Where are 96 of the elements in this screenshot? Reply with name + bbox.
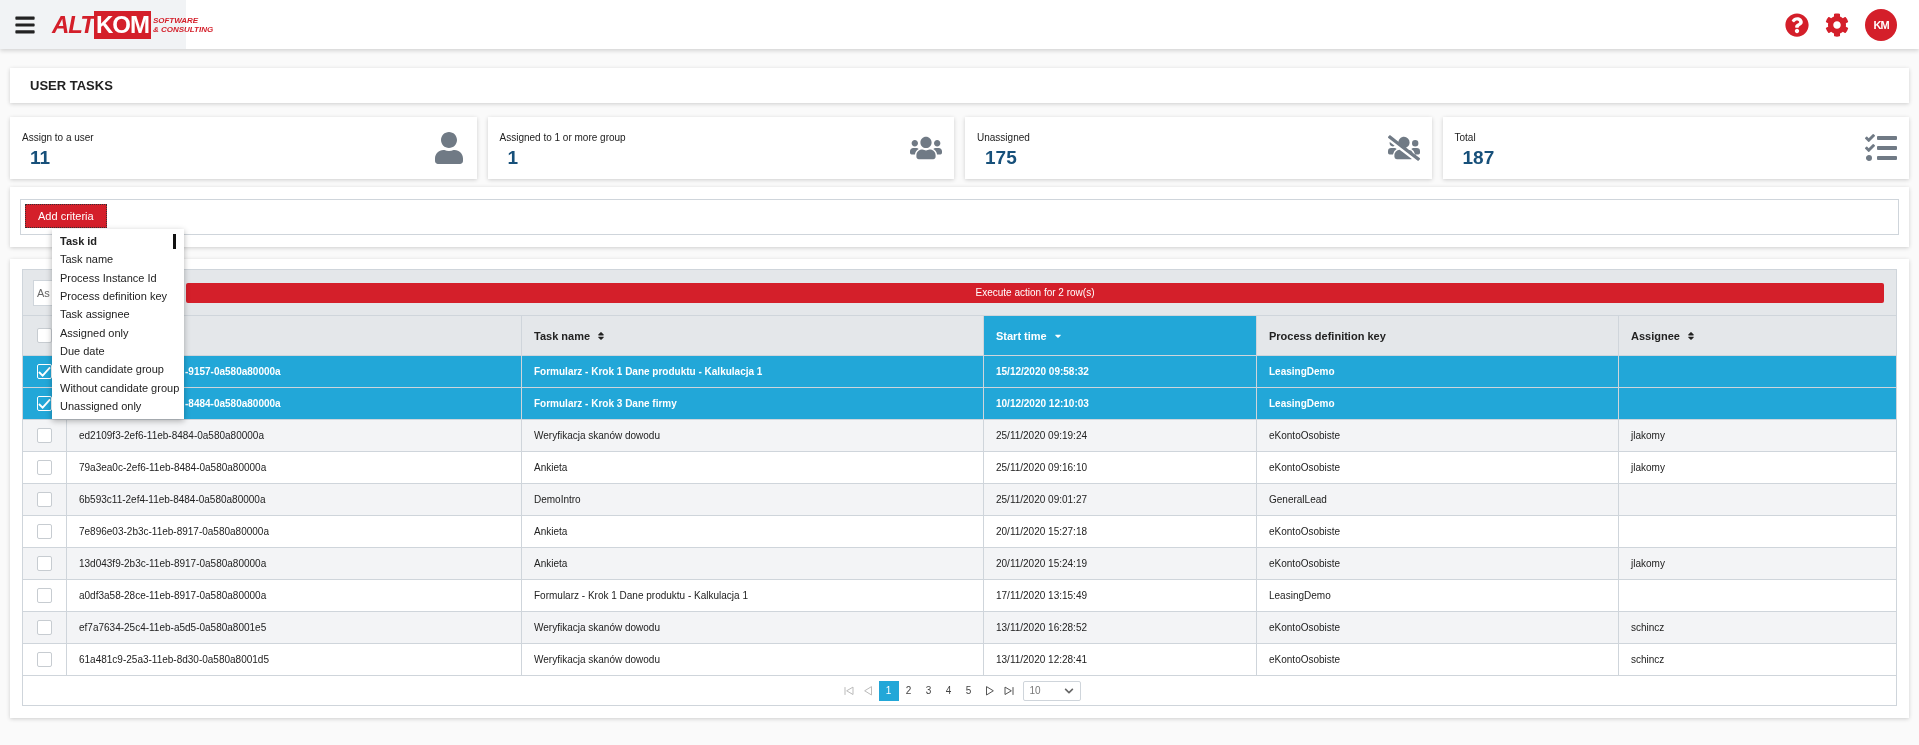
table-cell: 79a3ea0c-2ef6-11eb-8484-0a580a80000a	[66, 452, 521, 483]
table-cell: ed2109f3-2ef6-11eb-8484-0a580a80000a	[66, 420, 521, 451]
table-cell: Formularz - Krok 1 Dane produktu - Kalkulacja 1	[521, 580, 983, 611]
table-cell: GeneralLead	[1256, 484, 1618, 515]
page-size-select[interactable]: 10	[1022, 680, 1081, 701]
table-row[interactable]: ed2109f3-2ef6-11eb-8484-0a580a80000a Weryfikacja skanów dowodu 25/11/2020 09:19:24 eKontoOsobiste jlakomy	[22, 420, 1897, 452]
row-checkbox[interactable]	[37, 460, 52, 475]
page-number[interactable]: 5	[958, 680, 979, 701]
table-cell: Formularz - Krok 3 Dane firmy	[521, 388, 983, 419]
user-icon	[432, 132, 465, 166]
stat-label: Total	[1454, 132, 1477, 143]
row-checkbox[interactable]	[37, 652, 52, 667]
table-cell: LeasingDemo	[1256, 388, 1618, 419]
table-cell: eKontoOsobiste	[1256, 612, 1618, 643]
stat-label: Unassigned	[977, 132, 1030, 143]
table-cell: Weryfikacja skanów dowodu	[521, 612, 983, 643]
table-cell: Formularz - Krok 1 Dane produktu - Kalkulacja 1	[521, 356, 983, 387]
table-row[interactable]: 79a3ea0c-2ef6-11eb-8484-0a580a80000a Ankieta 25/11/2020 09:16:10 eKontoOsobiste jlakomy	[22, 452, 1897, 484]
column-header[interactable]: Process definition key	[1256, 316, 1618, 355]
table-row[interactable]: 61a481c9-25a3-11eb-8d30-0a580a8001d5 Weryfikacja skanów dowodu 13/11/2020 12:28:41 eKontoOsobiste schincz	[22, 644, 1897, 676]
table-cell: 25/11/2020 09:16:10	[983, 452, 1256, 483]
user-avatar[interactable]: KM	[1865, 8, 1897, 41]
table-cell: DemoIntro	[521, 484, 983, 515]
stat-value: 175	[985, 147, 1018, 169]
table-cell: 61a481c9-25a3-11eb-8d30-0a580a8001d5	[66, 644, 521, 675]
stat-label: Assign to a user	[22, 132, 94, 143]
table-cell: jlakomy	[1618, 420, 1896, 451]
table-cell: 6b593c11-2ef4-11eb-8484-0a580a80000a	[66, 484, 521, 515]
row-checkbox[interactable]	[37, 588, 52, 603]
row-checkbox[interactable]	[37, 492, 52, 507]
table-cell: 13/11/2020 16:28:52	[983, 612, 1256, 643]
page-number[interactable]: 4	[938, 680, 959, 701]
table-cell: 20/11/2020 15:24:19	[983, 548, 1256, 579]
add-criteria-button[interactable]: Add criteria	[25, 204, 107, 228]
select-all-checkbox[interactable]	[37, 328, 52, 343]
execute-action-button[interactable]: Execute action for 2 row(s)	[186, 282, 1884, 303]
menu-item[interactable]: Task name	[52, 250, 184, 269]
table-cell: 10/12/2020 12:10:03	[983, 388, 1256, 419]
page-number[interactable]: 3	[918, 680, 939, 701]
table-cell: LeasingDemo	[1256, 580, 1618, 611]
menu-item[interactable]: Unassigned only	[52, 396, 184, 415]
column-header[interactable]: Assignee	[1618, 316, 1896, 355]
table-cell: 13/11/2020 12:28:41	[983, 644, 1256, 675]
page-number[interactable]: 2	[898, 680, 919, 701]
stat-value: 187	[1462, 147, 1495, 169]
help-icon[interactable]	[1785, 12, 1809, 37]
menu-item[interactable]: Process Instance Id	[52, 268, 184, 287]
table-cell: jlakomy	[1618, 548, 1896, 579]
table-cell: eKontoOsobiste	[1256, 516, 1618, 547]
table-cell: a0df3a58-28ce-11eb-8917-0a580a80000a	[66, 580, 521, 611]
table-cell: eKontoOsobiste	[1256, 420, 1618, 451]
table-cell: eKontoOsobiste	[1256, 548, 1618, 579]
table-cell: Weryfikacja skanów dowodu	[521, 420, 983, 451]
table-row[interactable]: 13d043f9-2b3c-11eb-8917-0a580a80000a Ankieta 20/11/2020 15:24:19 eKontoOsobiste jlakomy	[22, 548, 1897, 580]
table-cell: 17/11/2020 13:15:49	[983, 580, 1256, 611]
table-row[interactable]: a0df3a58-28ce-11eb-8917-0a580a80000a Formularz - Krok 1 Dane produktu - Kalkulacja 1 17/11/2020 13:15:49 LeasingDemo	[22, 580, 1897, 612]
row-checkbox[interactable]	[37, 620, 52, 635]
menu-item[interactable]: Assigned only	[52, 323, 184, 342]
row-checkbox[interactable]	[37, 524, 52, 539]
text-cursor-icon	[173, 233, 176, 249]
row-checkbox[interactable]	[37, 428, 52, 443]
sort-descending-icon	[1052, 332, 1063, 339]
table-cell: 25/11/2020 09:01:27	[983, 484, 1256, 515]
table-row[interactable]: 7e896e03-2b3c-11eb-8917-0a580a80000a Ankieta 20/11/2020 15:27:18 eKontoOsobiste	[22, 516, 1897, 548]
stat-label: Assigned to 1 or more group	[499, 132, 626, 143]
table-cell: Weryfikacja skanów dowodu	[521, 644, 983, 675]
table-cell: 15/12/2020 09:58:32	[983, 356, 1256, 387]
settings-icon[interactable]	[1825, 12, 1849, 37]
sort-icon	[1685, 330, 1696, 341]
table-cell: 25/11/2020 09:19:24	[983, 420, 1256, 451]
table-cell: jlakomy	[1618, 452, 1896, 483]
table-cell: 7e896e03-2b3c-11eb-8917-0a580a80000a	[66, 516, 521, 547]
page-title: USER TASKS	[10, 68, 1909, 103]
stat-value: 1	[507, 147, 520, 169]
criteria-field[interactable]: Add criteria	[20, 199, 1899, 235]
menu-item[interactable]: Process definition key	[52, 286, 184, 306]
table-cell: 13d043f9-2b3c-11eb-8917-0a580a80000a	[66, 548, 521, 579]
row-checkbox[interactable]	[37, 556, 52, 571]
table-cell: ef7a7634-25c4-11eb-a5d5-0a580a8001e5	[66, 612, 521, 643]
sort-icon	[596, 330, 607, 341]
table-cell: Ankieta	[521, 516, 983, 547]
table-cell: eKontoOsobiste	[1256, 644, 1618, 675]
table-row[interactable]: ef7a7634-25c4-11eb-a5d5-0a580a8001e5 Weryfikacja skanów dowodu 13/11/2020 16:28:52 eKontoOsobiste schincz	[22, 612, 1897, 644]
table-row[interactable]: 6b593c11-2ef4-11eb-8484-0a580a80000a DemoIntro 25/11/2020 09:01:27 GeneralLead	[22, 484, 1897, 516]
table-cell: Ankieta	[521, 548, 983, 579]
chevron-down-icon	[1063, 685, 1074, 696]
stat-value: 11	[30, 147, 52, 169]
menu-item[interactable]: Task assignee	[52, 305, 184, 324]
menu-item[interactable]: With candidate group	[52, 360, 184, 379]
table-cell: eKontoOsobiste	[1256, 452, 1618, 483]
table-cell: schincz	[1618, 644, 1896, 675]
table-cell: Ankieta	[521, 452, 983, 483]
table-cell: LeasingDemo	[1256, 356, 1618, 387]
table-cell: 20/11/2020 15:27:18	[983, 516, 1256, 547]
menu-item[interactable]: Task id	[52, 232, 184, 251]
table-cell: schincz	[1618, 612, 1896, 643]
